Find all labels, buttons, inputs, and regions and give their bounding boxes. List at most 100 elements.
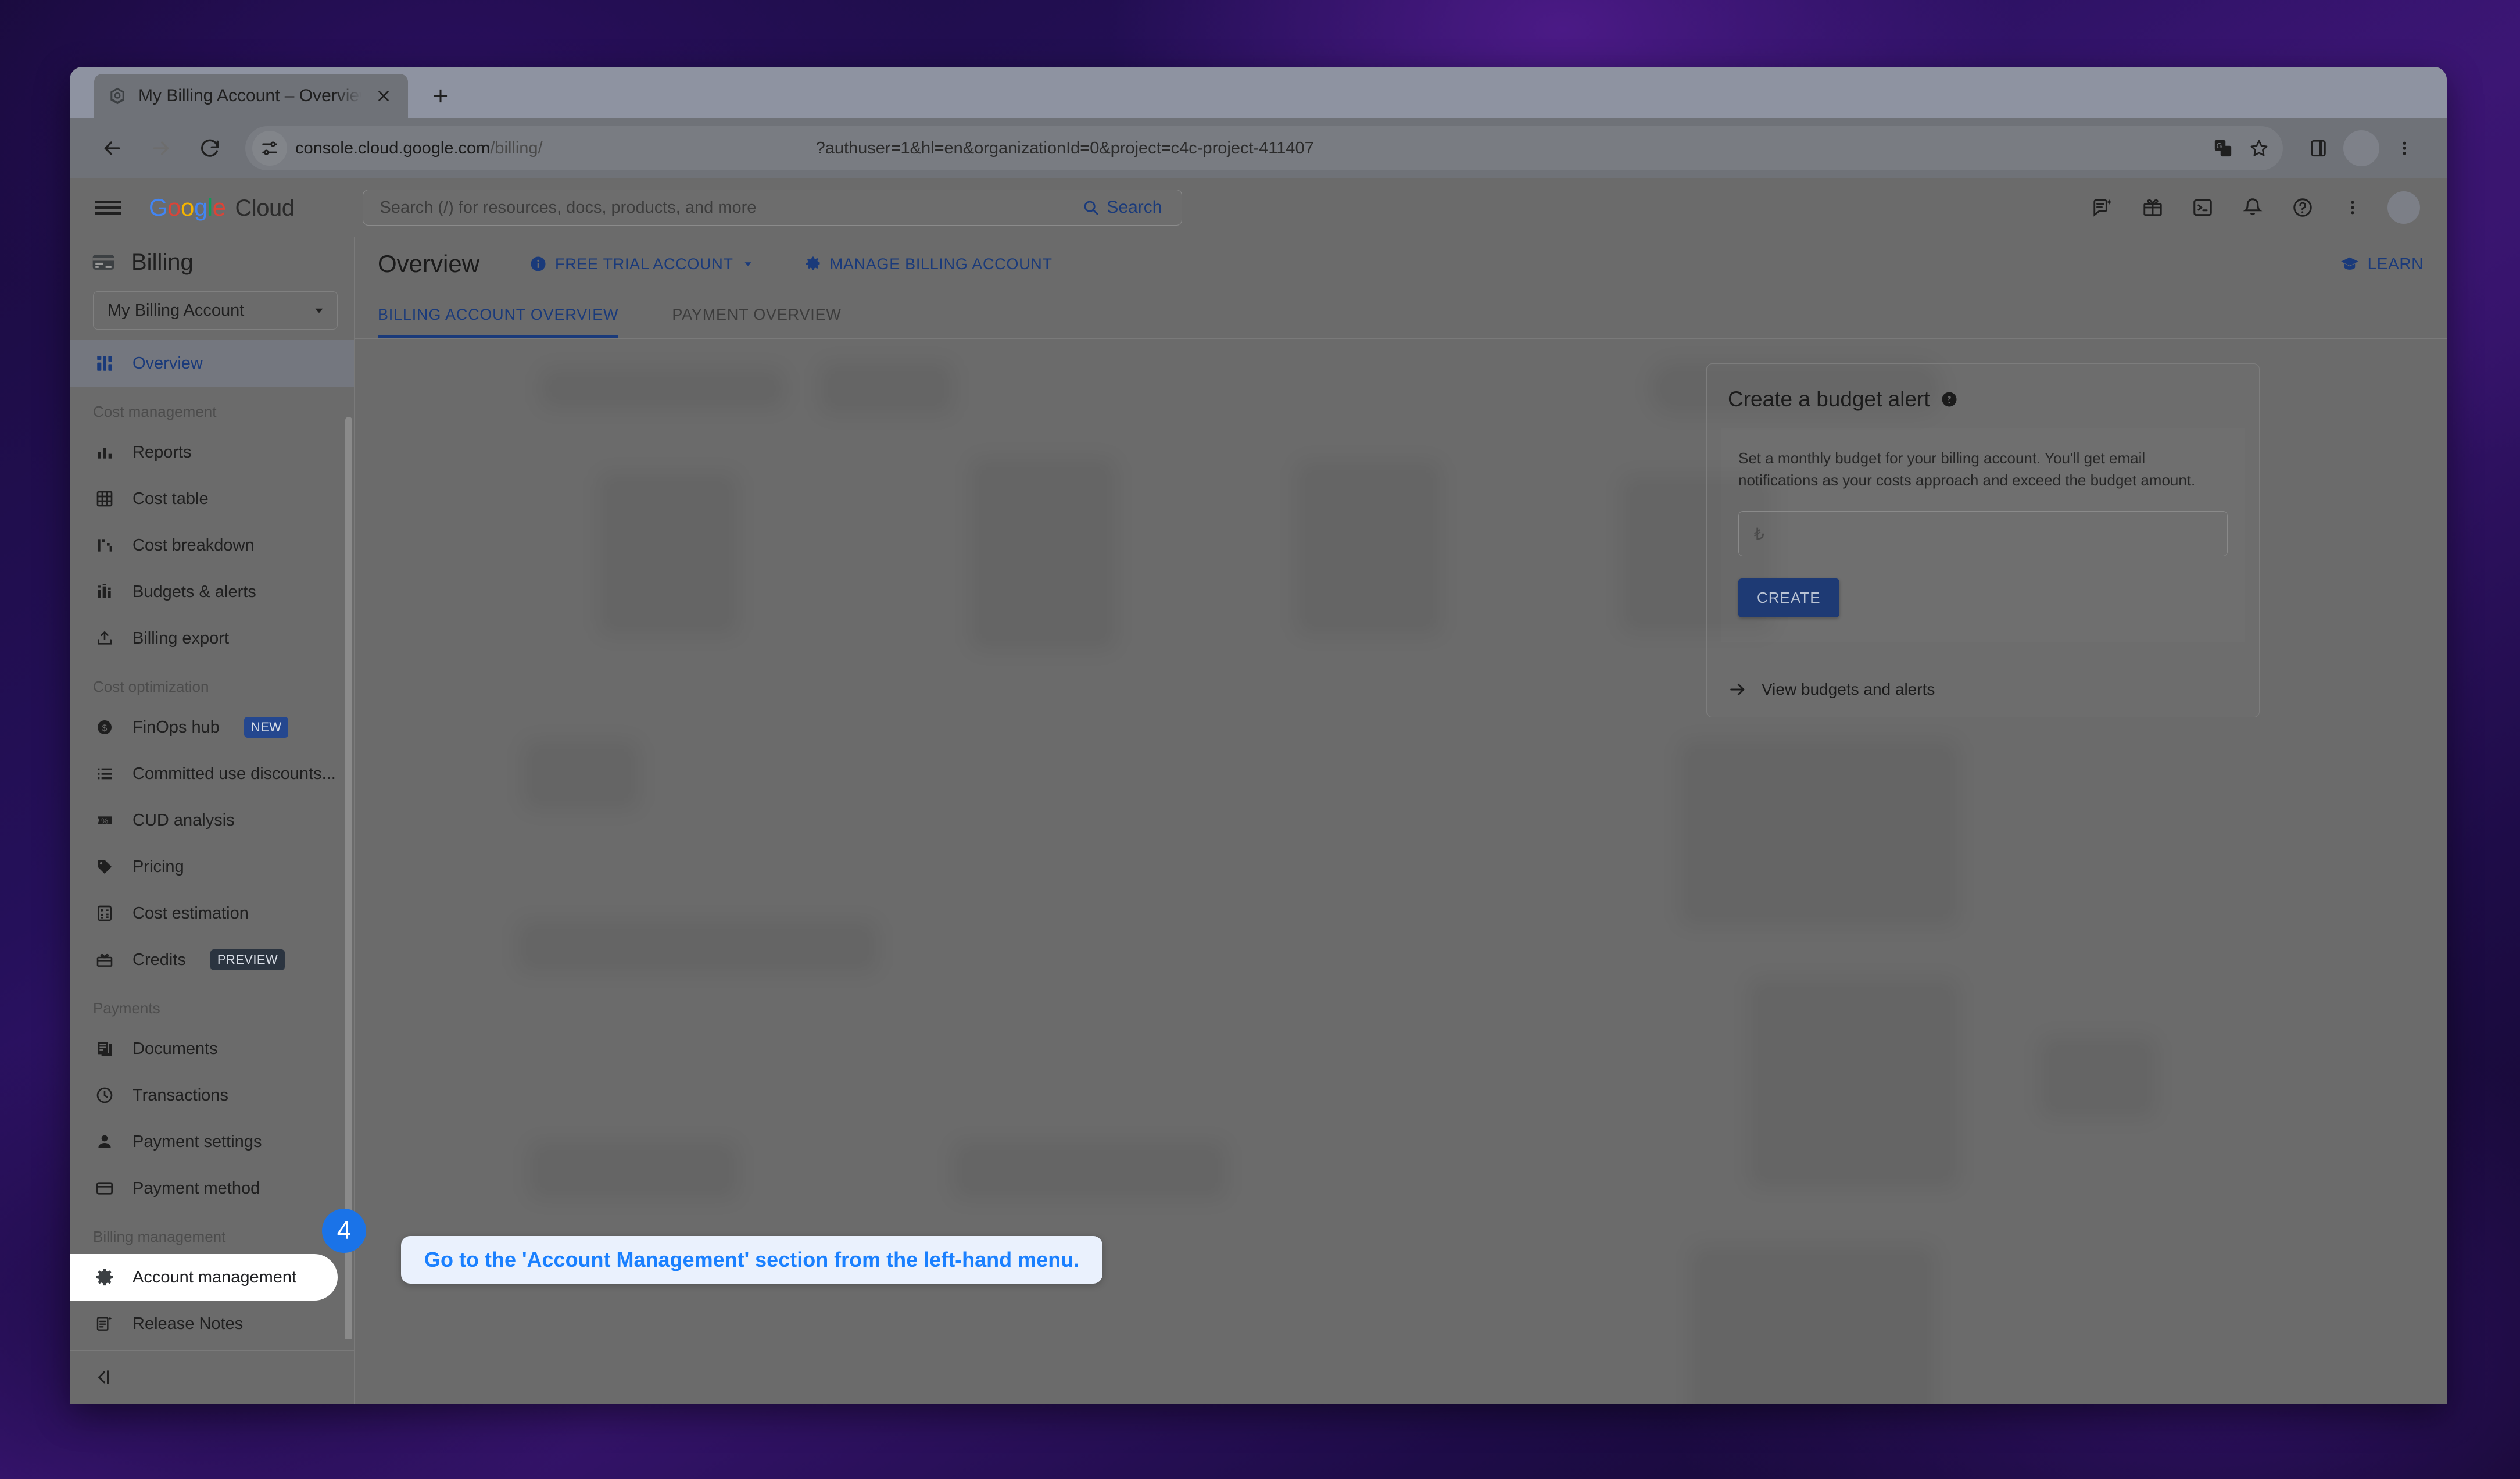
sidebar-product-header: Billing bbox=[70, 237, 354, 288]
sidebar-item-cost-breakdown[interactable]: Cost breakdown bbox=[70, 522, 354, 569]
tab-payment-overview[interactable]: PAYMENT OVERVIEW bbox=[645, 291, 868, 338]
translate-icon[interactable]: G bbox=[2205, 130, 2241, 166]
badge-preview: PREVIEW bbox=[210, 949, 285, 970]
tab-title: My Billing Account – Overview bbox=[138, 86, 361, 105]
billing-account-select[interactable]: My Billing Account bbox=[93, 291, 338, 330]
address-bar[interactable]: console.cloud.google.com/billing/ ?authus… bbox=[245, 126, 2283, 170]
chevron-down-icon bbox=[312, 303, 327, 318]
profile-avatar[interactable] bbox=[2343, 130, 2379, 166]
overview-dashboard-icon bbox=[93, 352, 116, 375]
body-split: Billing My Billing Account Overview Cost… bbox=[70, 237, 2447, 1404]
back-arrow-icon[interactable] bbox=[91, 127, 134, 170]
gcp-search-bar[interactable]: Search (/) for resources, docs, products… bbox=[363, 190, 1183, 226]
blurred-content-block bbox=[2040, 1037, 2156, 1118]
search-button-label: Search bbox=[1107, 198, 1162, 217]
sidebar-item-committed-use-discounts[interactable]: Committed use discounts... bbox=[70, 751, 354, 797]
sidebar-item-release-notes[interactable]: Release Notes bbox=[70, 1301, 354, 1339]
browser-tab[interactable]: My Billing Account – Overview bbox=[94, 74, 408, 118]
page-viewport: Google Cloud Search (/) for resources, d… bbox=[70, 178, 2447, 1404]
sidebar-item-transactions[interactable]: Transactions bbox=[70, 1072, 354, 1119]
sidebar-item-label: Transactions bbox=[133, 1085, 228, 1105]
list-icon bbox=[93, 762, 116, 785]
gift-icon[interactable] bbox=[2138, 192, 2168, 223]
logo-letter-e: e bbox=[212, 194, 226, 221]
search-button[interactable]: Search bbox=[1062, 198, 1182, 217]
sidebar-item-account-management[interactable]: Account management bbox=[70, 1254, 338, 1301]
free-trial-account-button[interactable]: FREE TRIAL ACCOUNT bbox=[529, 255, 754, 273]
sidebar-item-credits[interactable]: Credits PREVIEW bbox=[70, 937, 354, 983]
content-header: Overview FREE TRIAL ACCOUNT MANAGE BILLI… bbox=[355, 237, 2447, 291]
reload-icon[interactable] bbox=[188, 127, 231, 170]
three-dot-menu-icon[interactable] bbox=[2383, 127, 2426, 170]
upload-export-icon bbox=[93, 627, 116, 650]
blurred-content-block bbox=[1296, 461, 1441, 635]
blurred-content-block bbox=[523, 740, 639, 810]
tab-label: PAYMENT OVERVIEW bbox=[672, 306, 842, 323]
sidebar-item-pricing[interactable]: Pricing bbox=[70, 844, 354, 890]
budget-card-inner: Set a monthly budget for your billing ac… bbox=[1721, 428, 2245, 642]
sidebar-item-documents[interactable]: Documents bbox=[70, 1026, 354, 1072]
more-options-icon[interactable] bbox=[2338, 192, 2368, 223]
sidebar-item-label: Reports bbox=[133, 442, 192, 462]
sidebar-item-label: Cost table bbox=[133, 489, 209, 508]
google-cloud-logo[interactable]: Google Cloud bbox=[149, 194, 295, 222]
browser-toolbar: console.cloud.google.com/billing/ ?authus… bbox=[70, 118, 2447, 178]
sidebar-item-payment-settings[interactable]: Payment settings bbox=[70, 1119, 354, 1165]
sidebar-product-title: Billing bbox=[131, 249, 194, 275]
release-notes-icon bbox=[93, 1312, 116, 1335]
free-trial-label: FREE TRIAL ACCOUNT bbox=[555, 255, 733, 273]
sidebar-item-label: FinOps hub bbox=[133, 717, 220, 737]
collapse-panel-icon[interactable] bbox=[93, 1367, 114, 1388]
manage-billing-account-button[interactable]: MANAGE BILLING ACCOUNT bbox=[804, 255, 1053, 273]
sidebar-group-billing-management: Billing management bbox=[93, 1228, 226, 1245]
sidebar-item-label: Credits bbox=[133, 950, 186, 969]
logo-letter-g2: g bbox=[194, 194, 207, 221]
star-icon[interactable] bbox=[2241, 130, 2277, 166]
gcp-header: Google Cloud Search (/) for resources, d… bbox=[70, 178, 2447, 237]
feedback-icon[interactable] bbox=[2088, 192, 2118, 223]
create-budget-button[interactable]: CREATE bbox=[1738, 578, 1839, 618]
learn-button[interactable]: LEARN bbox=[2340, 254, 2424, 274]
clock-icon bbox=[93, 1084, 116, 1107]
billing-card-icon bbox=[91, 249, 116, 275]
sidebar-item-cost-table[interactable]: Cost table bbox=[70, 476, 354, 522]
budget-amount-input[interactable]: ₺ bbox=[1738, 511, 2228, 557]
tab-billing-account-overview[interactable]: BILLING ACCOUNT OVERVIEW bbox=[378, 291, 645, 338]
sidebar-item-overview[interactable]: Overview bbox=[70, 340, 354, 387]
gear-icon bbox=[804, 255, 822, 273]
hamburger-menu-icon[interactable] bbox=[93, 192, 123, 223]
new-tab-button[interactable] bbox=[422, 77, 459, 115]
sidebar-item-reports[interactable]: Reports bbox=[70, 429, 354, 476]
sidebar-group-cost-management: Cost management bbox=[93, 403, 217, 420]
view-budgets-and-alerts-link[interactable]: View budgets and alerts bbox=[1707, 662, 2259, 717]
side-panel-icon[interactable] bbox=[2297, 127, 2340, 170]
help-circle-icon[interactable] bbox=[1941, 391, 1958, 408]
search-input[interactable]: Search (/) for resources, docs, products… bbox=[363, 198, 1062, 217]
search-icon bbox=[1082, 199, 1100, 216]
sidebar-item-billing-export[interactable]: Billing export bbox=[70, 615, 354, 662]
logo-letter-o2: o bbox=[181, 194, 194, 221]
documents-icon bbox=[93, 1037, 116, 1060]
sidebar-item-payment-method[interactable]: Payment method bbox=[70, 1165, 354, 1212]
sidebar-item-label: Payment settings bbox=[133, 1132, 262, 1151]
help-icon[interactable] bbox=[2288, 192, 2318, 223]
blurred-content-block bbox=[517, 920, 878, 973]
tune-icon[interactable] bbox=[252, 131, 287, 166]
sidebar-item-cud-analysis[interactable]: % CUD analysis bbox=[70, 797, 354, 844]
person-icon bbox=[93, 1130, 116, 1153]
user-avatar[interactable] bbox=[2387, 191, 2420, 224]
blurred-content-block bbox=[1749, 978, 1959, 1188]
close-icon[interactable] bbox=[372, 84, 395, 108]
notifications-bell-icon[interactable] bbox=[2238, 192, 2268, 223]
sidebar-item-label: Cost estimation bbox=[133, 903, 249, 923]
sidebar-item-label: Committed use discounts... bbox=[133, 764, 336, 783]
sidebar-item-cost-estimation[interactable]: Cost estimation bbox=[70, 890, 354, 937]
budget-card-description: Set a monthly budget for your billing ac… bbox=[1738, 449, 2196, 489]
cloud-shell-icon[interactable] bbox=[2188, 192, 2218, 223]
sidebar-item-budgets-alerts[interactable]: Budgets & alerts bbox=[70, 569, 354, 615]
logo-letter-g1: G bbox=[149, 194, 168, 221]
forward-arrow-icon[interactable] bbox=[139, 127, 182, 170]
step-number-badge: 4 bbox=[322, 1209, 366, 1253]
sidebar-item-finops-hub[interactable]: $ FinOps hub NEW bbox=[70, 704, 354, 751]
logo-letter-l: l bbox=[207, 194, 213, 221]
